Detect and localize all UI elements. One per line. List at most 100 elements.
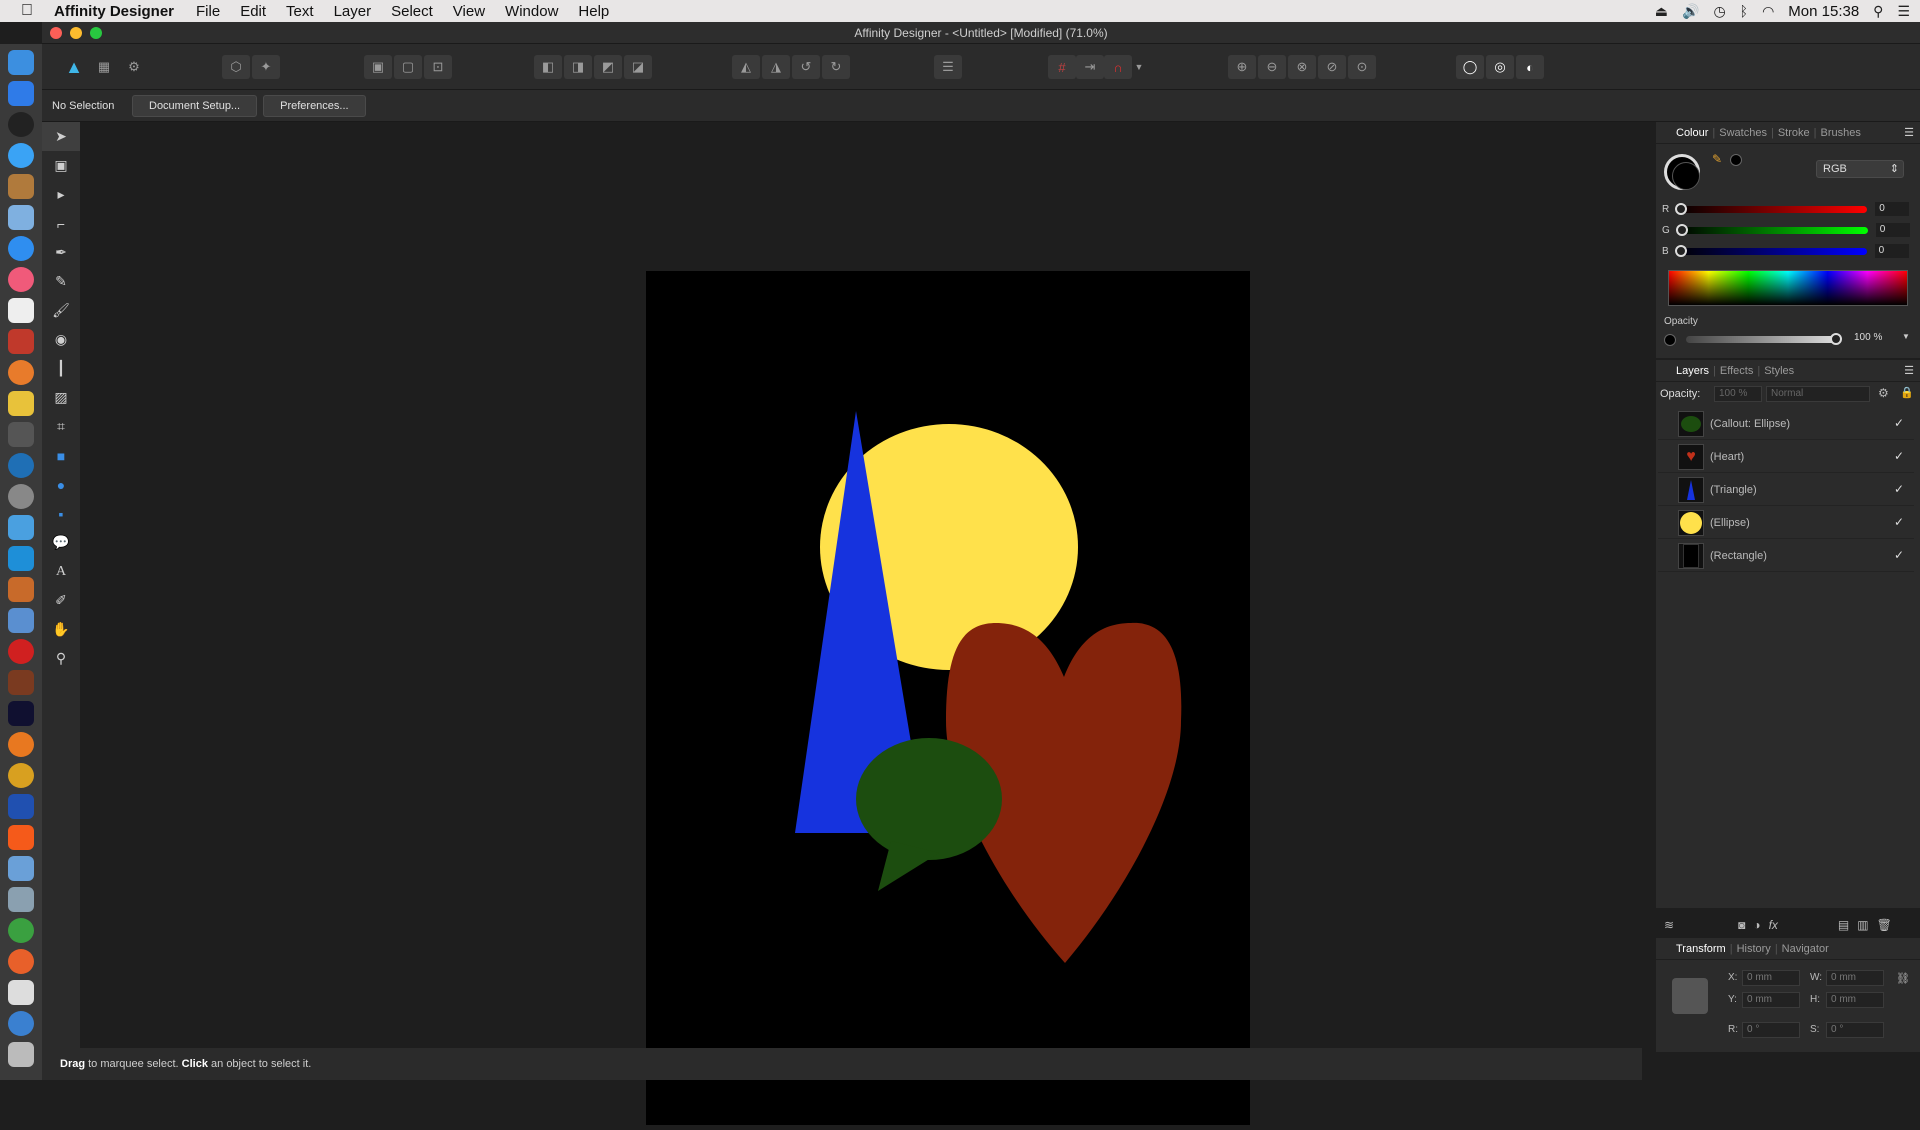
layer-visibility-checkbox[interactable]: ✓ [1894, 515, 1904, 529]
system-preferences-icon[interactable] [8, 484, 34, 509]
hand-tool-icon[interactable]: ✋ [42, 615, 80, 644]
opacity-slider[interactable] [1686, 333, 1842, 345]
arrange-backward-icon[interactable]: ◨ [564, 55, 592, 79]
export-persona-icon[interactable]: ⚙ [120, 55, 148, 79]
image-capture-icon[interactable] [8, 887, 34, 912]
document-artboard[interactable] [646, 271, 1250, 1125]
canvas-area[interactable] [80, 122, 1642, 1125]
anchor-point-selector[interactable] [1672, 978, 1708, 1014]
eject-icon[interactable]: ⏏ [1655, 3, 1668, 20]
mask-icon[interactable]: ◙ [1738, 918, 1745, 932]
menu-edit[interactable]: Edit [230, 3, 276, 20]
books-icon[interactable] [8, 732, 34, 757]
layer-row[interactable]: (Rectangle) ✓ [1658, 540, 1914, 572]
adventure-game-icon[interactable] [8, 670, 34, 695]
tab-transform[interactable]: Transform [1676, 943, 1726, 955]
arrange-back-icon[interactable]: ◧ [534, 55, 562, 79]
time-machine-icon[interactable]: ◷ [1713, 3, 1725, 20]
music-icon[interactable] [8, 267, 34, 292]
grid-icon[interactable]: # [1048, 55, 1076, 79]
zoom-window-button[interactable] [90, 27, 102, 39]
tab-navigator[interactable]: Navigator [1782, 943, 1829, 955]
blend-mode-select[interactable]: Normal [1766, 386, 1870, 402]
stocks-app-icon[interactable] [8, 515, 34, 540]
layer-settings-gear-icon[interactable]: ⚙ [1878, 386, 1889, 400]
bluetooth-icon[interactable]: ᛒ [1740, 3, 1748, 19]
layer-visibility-checkbox[interactable]: ✓ [1894, 449, 1904, 463]
menu-text[interactable]: Text [276, 3, 324, 20]
transform-select-icon[interactable]: ⊡ [424, 55, 452, 79]
move-tool-icon[interactable]: ➤ [42, 122, 80, 151]
firefox-icon[interactable] [8, 949, 34, 974]
minimize-window-button[interactable] [70, 27, 82, 39]
safari-icon[interactable] [8, 236, 34, 261]
h-field[interactable]: 0 mm [1826, 992, 1884, 1008]
picked-colour-swatch[interactable] [1730, 154, 1742, 166]
boolean-divide-icon[interactable]: ⊙ [1348, 55, 1376, 79]
text-tool-icon[interactable]: A [42, 557, 80, 586]
calendar-icon[interactable] [8, 298, 34, 323]
green-slider[interactable] [1675, 223, 1868, 236]
messages-icon[interactable] [8, 143, 34, 168]
tab-brushes[interactable]: Brushes [1820, 127, 1860, 139]
boolean-intersect-icon[interactable]: ⊗ [1288, 55, 1316, 79]
layer-row[interactable]: ♥ (Heart) ✓ [1658, 441, 1914, 473]
photos-icon[interactable] [8, 360, 34, 385]
app-menu[interactable]: Affinity Designer [54, 3, 186, 20]
table-app-icon[interactable] [8, 856, 34, 881]
eyedropper-icon[interactable]: ✎ [1712, 152, 1722, 166]
shear-field[interactable]: 0 ° [1826, 1022, 1884, 1038]
tab-swatches[interactable]: Swatches [1719, 127, 1767, 139]
layer-visibility-checkbox[interactable]: ✓ [1894, 482, 1904, 496]
add-layer-icon[interactable]: ▤ [1838, 918, 1849, 932]
boolean-subtract-icon[interactable]: ⊖ [1258, 55, 1286, 79]
transparency-tool-icon[interactable]: ┃ [42, 354, 80, 383]
clock-app-icon[interactable] [8, 453, 34, 478]
artboard-tool-icon[interactable]: ▣ [42, 151, 80, 180]
tab-history[interactable]: History [1737, 943, 1771, 955]
lock-icon[interactable]: 🔒 [1900, 386, 1914, 399]
rotation-field[interactable]: 0 ° [1742, 1022, 1800, 1038]
fill-tool-icon[interactable]: ◉ [42, 325, 80, 354]
menu-view[interactable]: View [443, 3, 495, 20]
layer-row[interactable]: (Callout: Ellipse) ✓ [1658, 408, 1914, 440]
spotlight-search-icon[interactable]: ⚲ [1873, 3, 1883, 20]
photo-booth-icon[interactable] [8, 329, 34, 354]
document-icon[interactable] [8, 980, 34, 1005]
green-callout-shape[interactable] [856, 738, 1002, 891]
rounded-rectangle-tool-icon[interactable]: ▪ [42, 499, 80, 528]
rotate-left-icon[interactable]: ↺ [792, 55, 820, 79]
brush-app-icon[interactable] [8, 391, 34, 416]
snapping-preferences-icon[interactable]: ✦ [252, 55, 280, 79]
maps-app-icon[interactable] [8, 608, 34, 633]
designer-persona-icon[interactable]: ▲ [60, 55, 88, 79]
tab-stroke[interactable]: Stroke [1778, 127, 1810, 139]
boolean-add-icon[interactable]: ⊕ [1228, 55, 1256, 79]
chrome-icon[interactable] [8, 918, 34, 943]
menu-window[interactable]: Window [495, 3, 568, 20]
color-picker-tool-icon[interactable]: ✐ [42, 586, 80, 615]
menu-file[interactable]: File [186, 3, 230, 20]
pen-tool-icon[interactable]: ✒ [42, 238, 80, 267]
crop-tool-icon[interactable]: ⌗ [42, 412, 80, 441]
launchpad-icon[interactable] [8, 112, 34, 137]
menu-layer[interactable]: Layer [324, 3, 382, 20]
red-value-field[interactable]: 0 [1875, 202, 1910, 216]
place-image-tool-icon[interactable]: ▨ [42, 383, 80, 412]
compass-app-icon[interactable] [8, 422, 34, 447]
layer-row[interactable]: (Triangle) ✓ [1658, 474, 1914, 506]
zoom-tool-icon[interactable]: ⚲ [42, 644, 80, 673]
flip-vertical-icon[interactable]: ◮ [762, 55, 790, 79]
pencil-tool-icon[interactable]: ✎ [42, 267, 80, 296]
assistant-icon[interactable]: ⬡ [222, 55, 250, 79]
select-all-icon[interactable]: ▣ [364, 55, 392, 79]
arcade-app-icon[interactable] [8, 794, 34, 819]
finder-icon[interactable] [8, 50, 34, 75]
apple-menu-icon[interactable]:  [0, 2, 54, 20]
arrange-forward-icon[interactable]: ◩ [594, 55, 622, 79]
opacity-dropdown-icon[interactable]: ▼ [1902, 332, 1910, 341]
arrange-front-icon[interactable]: ◪ [624, 55, 652, 79]
menu-select[interactable]: Select [381, 3, 443, 20]
pixel-persona-icon[interactable]: ▦ [90, 55, 118, 79]
menubar-clock[interactable]: Mon 15:38 [1788, 3, 1859, 20]
